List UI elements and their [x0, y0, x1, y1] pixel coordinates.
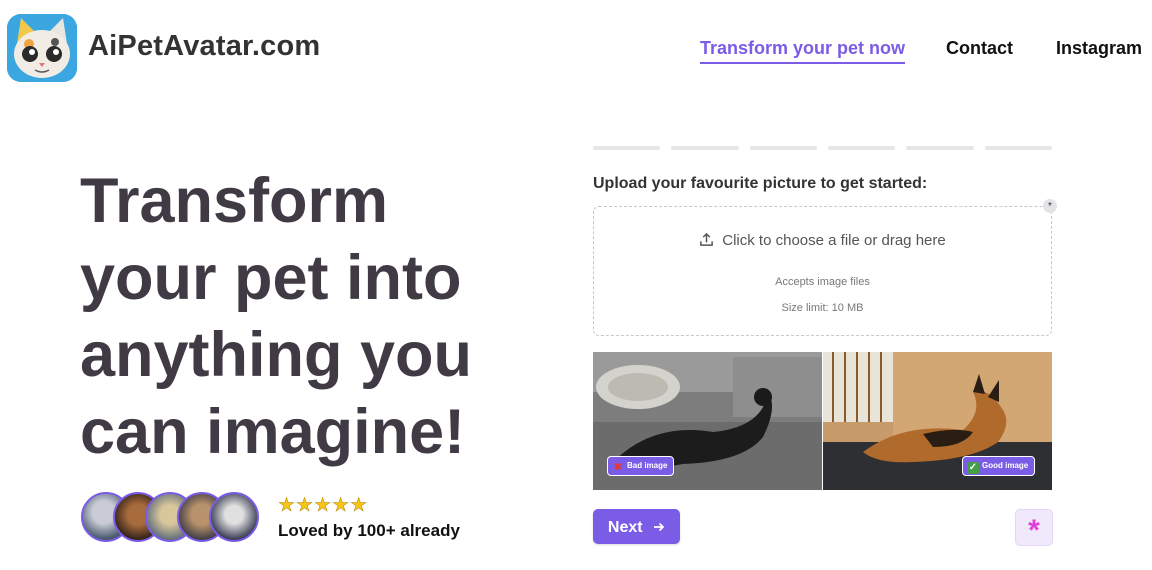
red-x-icon: ✖ — [613, 462, 623, 473]
cat-avatar-logo-icon-svg — [7, 14, 77, 82]
brand-name[interactable]: AiPetAvatar.com — [88, 30, 320, 63]
nav-transform-link[interactable]: Transform your pet now — [700, 38, 906, 64]
next-button[interactable]: Next — [593, 509, 680, 544]
nav-instagram-link[interactable]: Instagram — [1056, 38, 1142, 59]
upload-label: Upload your favourite picture to get sta… — [593, 175, 928, 192]
good-example-image: ✓ Good image — [823, 352, 1052, 490]
progress-step — [827, 146, 896, 150]
avatar — [209, 492, 259, 542]
good-image-badge: ✓ Good image — [962, 456, 1036, 476]
cat-avatar-logo-icon[interactable] — [7, 14, 77, 82]
badge-label: Bad image — [627, 461, 668, 470]
social-proof-text: Loved by 100+ already — [278, 521, 460, 540]
step-progress-bar — [593, 146, 1052, 150]
hero-line: can imagine! — [80, 397, 466, 467]
asterisk-icon[interactable]: * — [1015, 509, 1053, 547]
accepts-text: Accepts image files — [775, 276, 870, 288]
bad-example-image: ✖ Bad image — [593, 352, 822, 490]
green-check-icon: ✓ — [967, 462, 979, 474]
badge-label: Good image — [982, 461, 1029, 470]
dropzone-prompt[interactable]: Click to choose a file or drag here — [594, 232, 1051, 251]
progress-step — [984, 146, 1052, 150]
progress-step — [671, 146, 739, 150]
size-limit-text: Size limit: 10 MB — [781, 302, 864, 314]
customer-avatars — [81, 492, 261, 542]
next-button-label: Next — [607, 519, 643, 536]
dropzone-main-text: Click to choose a file or drag here — [722, 232, 946, 249]
progress-step — [593, 146, 661, 150]
progress-step — [749, 146, 817, 150]
nav-contact-link[interactable]: Contact — [946, 38, 1013, 59]
file-dropzone[interactable]: Click to choose a file or drag here Acce… — [593, 206, 1052, 336]
hero-heading: Transform your pet into anything you can… — [80, 163, 540, 471]
hero-line: your pet into — [80, 243, 462, 313]
upload-icon — [699, 232, 714, 251]
progress-step — [906, 146, 974, 150]
arrow-right-icon — [653, 519, 665, 536]
bad-image-badge: ✖ Bad image — [607, 456, 675, 476]
hero-line: Transform — [80, 166, 389, 236]
required-marker: * — [1043, 199, 1057, 213]
rating-stars: ★★★★★ — [278, 495, 369, 517]
hero-line: anything you — [80, 320, 472, 390]
